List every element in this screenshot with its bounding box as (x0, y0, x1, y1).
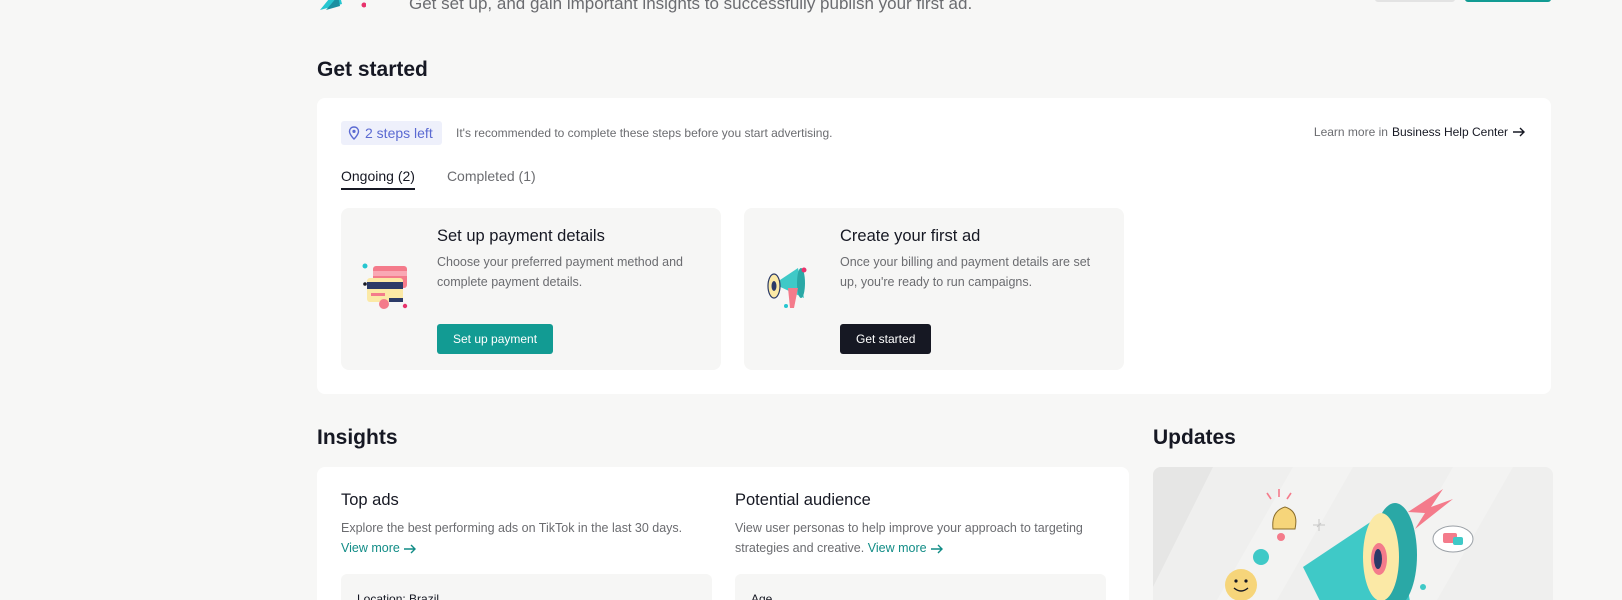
business-help-center-link[interactable]: Business Help Center (1392, 125, 1508, 139)
steps-tabs: Ongoing (2) Completed (1) (341, 158, 536, 190)
steps-hint: It's recommended to complete these steps… (456, 126, 833, 140)
top-ads-section: Top ads Explore the best performing ads … (341, 491, 711, 558)
get-started-title: Get started (317, 58, 428, 81)
arrow-right-icon (404, 544, 417, 554)
age-filter-label: Age (751, 592, 773, 600)
view-more-label: View more (341, 541, 400, 555)
top-ads-description-text: Explore the best performing ads on TikTo… (341, 521, 683, 535)
steps-left-label: 2 steps left (365, 125, 433, 141)
megaphone-icon (767, 267, 807, 308)
audience-filter-box[interactable]: Age (735, 574, 1106, 600)
task-card-payment: Set up payment details Choose your prefe… (341, 208, 721, 370)
location-filter-label: Location: Brazil (357, 592, 440, 600)
top-ads-filter-box[interactable]: Location: Brazil (341, 574, 712, 600)
banner-primary-button[interactable] (1465, 0, 1551, 2)
rocket-logo-icon (320, 0, 366, 10)
top-ads-title: Top ads (341, 491, 399, 509)
task-description: Choose your preferred payment method and… (437, 255, 683, 289)
megaphone-illustration-icon (1153, 467, 1513, 600)
onboarding-banner: Get set up, and gain important insights … (0, 0, 1622, 20)
task-description: Once your billing and payment details ar… (840, 255, 1091, 289)
task-card-first-ad: Create your first ad Once your billing a… (744, 208, 1124, 370)
banner-subtitle: Get set up, and gain important insights … (409, 0, 973, 13)
task-title: Create your first ad (840, 227, 981, 245)
banner-secondary-button[interactable] (1375, 0, 1455, 2)
tab-ongoing[interactable]: Ongoing (2) (341, 158, 415, 190)
potential-audience-view-more-link[interactable]: View more (868, 541, 944, 555)
insights-title: Insights (317, 426, 398, 449)
updates-card[interactable] (1153, 467, 1553, 600)
learn-more: Learn more in Business Help Center (1314, 125, 1526, 139)
insights-card: Top ads Explore the best performing ads … (317, 467, 1129, 600)
learn-more-prefix: Learn more in (1313, 125, 1388, 139)
potential-audience-description: View user personas to help improve your … (735, 518, 1105, 558)
get-started-button[interactable]: Get started (840, 324, 932, 354)
updates-title: Updates (1153, 426, 1236, 449)
task-title: Set up payment details (437, 227, 605, 245)
potential-audience-title: Potential audience (735, 491, 871, 509)
set-up-payment-button[interactable]: Set up payment (437, 324, 554, 354)
potential-audience-section: Potential audience View user personas to… (735, 491, 1105, 558)
steps-left-badge: 2 steps left (341, 121, 442, 145)
payment-card-icon (362, 263, 408, 309)
tab-completed[interactable]: Completed (1) (447, 158, 536, 190)
top-ads-view-more-link[interactable]: View more (341, 541, 417, 555)
arrow-right-icon[interactable] (1512, 126, 1526, 138)
get-started-card: 2 steps left It's recommended to complet… (317, 98, 1551, 394)
view-more-label: View more (867, 541, 927, 555)
top-ads-description: Explore the best performing ads on TikTo… (341, 518, 711, 558)
arrow-right-icon (931, 544, 944, 554)
location-pin-icon (348, 126, 360, 140)
